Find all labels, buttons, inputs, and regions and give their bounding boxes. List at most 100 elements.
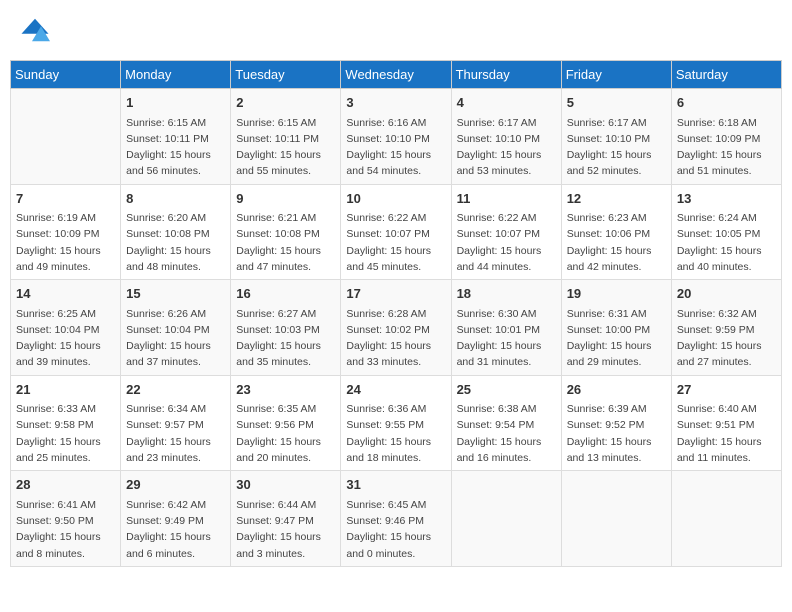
calendar-cell: 29Sunrise: 6:42 AMSunset: 9:49 PMDayligh…	[121, 471, 231, 567]
calendar-cell: 21Sunrise: 6:33 AMSunset: 9:58 PMDayligh…	[11, 375, 121, 471]
cell-content: Sunrise: 6:18 AMSunset: 10:09 PMDaylight…	[677, 115, 776, 180]
calendar-cell: 30Sunrise: 6:44 AMSunset: 9:47 PMDayligh…	[231, 471, 341, 567]
cell-content: Sunrise: 6:34 AMSunset: 9:57 PMDaylight:…	[126, 401, 225, 466]
calendar-cell: 20Sunrise: 6:32 AMSunset: 9:59 PMDayligh…	[671, 280, 781, 376]
logo	[20, 15, 54, 45]
day-number: 16	[236, 284, 335, 304]
cell-content: Sunrise: 6:26 AMSunset: 10:04 PMDaylight…	[126, 306, 225, 371]
cell-content: Sunrise: 6:28 AMSunset: 10:02 PMDaylight…	[346, 306, 445, 371]
calendar-cell: 7Sunrise: 6:19 AMSunset: 10:09 PMDayligh…	[11, 184, 121, 280]
calendar-cell: 22Sunrise: 6:34 AMSunset: 9:57 PMDayligh…	[121, 375, 231, 471]
calendar-cell: 16Sunrise: 6:27 AMSunset: 10:03 PMDaylig…	[231, 280, 341, 376]
day-number: 6	[677, 93, 776, 113]
cell-content: Sunrise: 6:24 AMSunset: 10:05 PMDaylight…	[677, 210, 776, 275]
day-number: 31	[346, 475, 445, 495]
day-number: 11	[457, 189, 556, 209]
calendar-table: SundayMondayTuesdayWednesdayThursdayFrid…	[10, 60, 782, 567]
calendar-cell: 8Sunrise: 6:20 AMSunset: 10:08 PMDayligh…	[121, 184, 231, 280]
week-row: 28Sunrise: 6:41 AMSunset: 9:50 PMDayligh…	[11, 471, 782, 567]
calendar-cell: 18Sunrise: 6:30 AMSunset: 10:01 PMDaylig…	[451, 280, 561, 376]
day-header-friday: Friday	[561, 61, 671, 89]
day-number: 15	[126, 284, 225, 304]
cell-content: Sunrise: 6:19 AMSunset: 10:09 PMDaylight…	[16, 210, 115, 275]
calendar-cell: 31Sunrise: 6:45 AMSunset: 9:46 PMDayligh…	[341, 471, 451, 567]
calendar-cell	[11, 89, 121, 185]
cell-content: Sunrise: 6:22 AMSunset: 10:07 PMDaylight…	[457, 210, 556, 275]
cell-content: Sunrise: 6:44 AMSunset: 9:47 PMDaylight:…	[236, 497, 335, 562]
week-row: 7Sunrise: 6:19 AMSunset: 10:09 PMDayligh…	[11, 184, 782, 280]
day-number: 18	[457, 284, 556, 304]
calendar-cell: 14Sunrise: 6:25 AMSunset: 10:04 PMDaylig…	[11, 280, 121, 376]
day-header-saturday: Saturday	[671, 61, 781, 89]
week-row: 1 Sunrise: 6:15 AMSunset: 10:11 PMDayligh…	[11, 89, 782, 185]
calendar-cell	[671, 471, 781, 567]
day-header-tuesday: Tuesday	[231, 61, 341, 89]
day-header-wednesday: Wednesday	[341, 61, 451, 89]
cell-content: Sunrise: 6:45 AMSunset: 9:46 PMDaylight:…	[346, 497, 445, 562]
day-number: 20	[677, 284, 776, 304]
cell-content: Sunrise: 6:27 AMSunset: 10:03 PMDaylight…	[236, 306, 335, 371]
calendar-cell: 10Sunrise: 6:22 AMSunset: 10:07 PMDaylig…	[341, 184, 451, 280]
day-number: 17	[346, 284, 445, 304]
calendar-cell	[451, 471, 561, 567]
cell-content: Sunrise: 6:21 AMSunset: 10:08 PMDaylight…	[236, 210, 335, 275]
cell-content: Sunrise: 6:23 AMSunset: 10:06 PMDaylight…	[567, 210, 666, 275]
day-number: 27	[677, 380, 776, 400]
calendar-cell: 11Sunrise: 6:22 AMSunset: 10:07 PMDaylig…	[451, 184, 561, 280]
day-number: 2	[236, 93, 335, 113]
day-number: 30	[236, 475, 335, 495]
calendar-cell: 12Sunrise: 6:23 AMSunset: 10:06 PMDaylig…	[561, 184, 671, 280]
cell-content: Sunrise: 6:31 AMSunset: 10:00 PMDaylight…	[567, 306, 666, 371]
cell-content: Sunrise: 6:39 AMSunset: 9:52 PMDaylight:…	[567, 401, 666, 466]
cell-content: Sunrise: 6:35 AMSunset: 9:56 PMDaylight:…	[236, 401, 335, 466]
calendar-cell: 9Sunrise: 6:21 AMSunset: 10:08 PMDayligh…	[231, 184, 341, 280]
cell-content: Sunrise: 6:38 AMSunset: 9:54 PMDaylight:…	[457, 401, 556, 466]
calendar-cell	[561, 471, 671, 567]
day-number: 3	[346, 93, 445, 113]
day-number: 19	[567, 284, 666, 304]
cell-content: Sunrise: 6:20 AMSunset: 10:08 PMDaylight…	[126, 210, 225, 275]
calendar-cell: 28Sunrise: 6:41 AMSunset: 9:50 PMDayligh…	[11, 471, 121, 567]
day-header-sunday: Sunday	[11, 61, 121, 89]
header-row: SundayMondayTuesdayWednesdayThursdayFrid…	[11, 61, 782, 89]
calendar-cell: 25Sunrise: 6:38 AMSunset: 9:54 PMDayligh…	[451, 375, 561, 471]
day-number: 12	[567, 189, 666, 209]
cell-content: Sunrise: 6:42 AMSunset: 9:49 PMDaylight:…	[126, 497, 225, 562]
day-number: 13	[677, 189, 776, 209]
cell-content: Sunrise: 6:32 AMSunset: 9:59 PMDaylight:…	[677, 306, 776, 371]
day-header-monday: Monday	[121, 61, 231, 89]
day-number: 10	[346, 189, 445, 209]
cell-content: Sunrise: 6:33 AMSunset: 9:58 PMDaylight:…	[16, 401, 115, 466]
day-number: 22	[126, 380, 225, 400]
header	[10, 10, 782, 50]
cell-content: Sunrise: 6:40 AMSunset: 9:51 PMDaylight:…	[677, 401, 776, 466]
day-number: 8	[126, 189, 225, 209]
day-number: 5	[567, 93, 666, 113]
day-number: 26	[567, 380, 666, 400]
day-number: 29	[126, 475, 225, 495]
cell-content: Sunrise: 6:30 AMSunset: 10:01 PMDaylight…	[457, 306, 556, 371]
day-number: 28	[16, 475, 115, 495]
day-number: 25	[457, 380, 556, 400]
cell-content: Sunrise: 6:17 AMSunset: 10:10 PMDaylight…	[457, 115, 556, 180]
calendar-cell: 13Sunrise: 6:24 AMSunset: 10:05 PMDaylig…	[671, 184, 781, 280]
week-row: 21Sunrise: 6:33 AMSunset: 9:58 PMDayligh…	[11, 375, 782, 471]
calendar-cell: 6Sunrise: 6:18 AMSunset: 10:09 PMDayligh…	[671, 89, 781, 185]
calendar-cell: 27Sunrise: 6:40 AMSunset: 9:51 PMDayligh…	[671, 375, 781, 471]
day-number: 7	[16, 189, 115, 209]
day-number: 1	[126, 93, 225, 113]
day-number: 9	[236, 189, 335, 209]
day-number: 14	[16, 284, 115, 304]
cell-content: Sunrise: 6:25 AMSunset: 10:04 PMDaylight…	[16, 306, 115, 371]
cell-content: Sunrise: 6:16 AMSunset: 10:10 PMDaylight…	[346, 115, 445, 180]
cell-content: Sunrise: 6:15 AMSunset: 10:11 PMDaylight…	[236, 115, 335, 180]
logo-icon	[20, 15, 50, 45]
calendar-cell: 24Sunrise: 6:36 AMSunset: 9:55 PMDayligh…	[341, 375, 451, 471]
cell-content: Sunrise: 6:36 AMSunset: 9:55 PMDaylight:…	[346, 401, 445, 466]
week-row: 14Sunrise: 6:25 AMSunset: 10:04 PMDaylig…	[11, 280, 782, 376]
calendar-cell: 17Sunrise: 6:28 AMSunset: 10:02 PMDaylig…	[341, 280, 451, 376]
calendar-cell: 5Sunrise: 6:17 AMSunset: 10:10 PMDayligh…	[561, 89, 671, 185]
day-number: 4	[457, 93, 556, 113]
cell-content: Sunrise: 6:22 AMSunset: 10:07 PMDaylight…	[346, 210, 445, 275]
cell-content: Sunrise: 6:41 AMSunset: 9:50 PMDaylight:…	[16, 497, 115, 562]
